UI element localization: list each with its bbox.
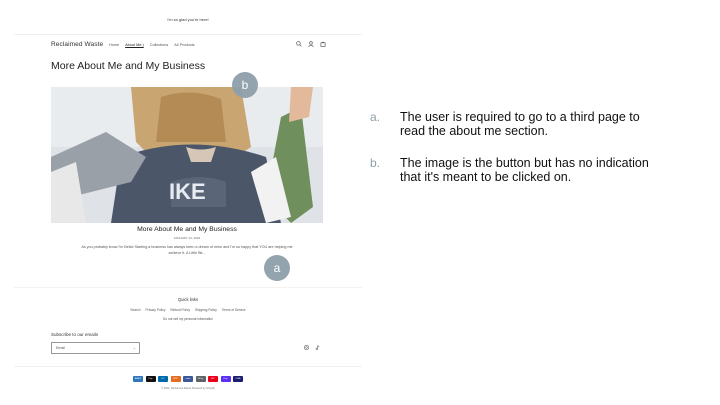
payment-icon-5: GPay xyxy=(195,376,206,382)
payment-icon-4: meta xyxy=(183,376,193,382)
email-placeholder: Email xyxy=(56,346,65,350)
website-screenshot: I'm so glad you're here! Reclaimed Waste… xyxy=(14,10,362,395)
main-nav: Home About Me:) Collections All Products xyxy=(109,43,195,47)
nav-collections[interactable]: Collections xyxy=(150,43,169,47)
account-icon[interactable] xyxy=(308,41,314,47)
site-logo[interactable]: Reclaimed Waste xyxy=(51,41,103,48)
nav-all-products[interactable]: All Products xyxy=(174,43,194,47)
note-b: b. The image is the button but has no in… xyxy=(370,156,670,184)
annotation-notes: a. The user is required to go to a third… xyxy=(370,110,670,202)
note-a-text: The user is required to go to a third pa… xyxy=(400,110,640,138)
email-field[interactable]: Email → xyxy=(51,342,140,354)
payment-icon-1: Pay xyxy=(145,376,156,382)
site-header: Reclaimed Waste Home About Me:) Collecti… xyxy=(14,34,362,48)
blog-post-image-link[interactable]: IKE xyxy=(51,87,323,223)
payment-icon-6: MC xyxy=(208,376,218,382)
subscribe-heading: Subscribe to our emails xyxy=(51,332,99,337)
footer-link-shipping[interactable]: Shipping Policy xyxy=(195,308,217,312)
payment-icon-0: AMEX xyxy=(133,376,143,382)
article-card-date: JANUARY 12, 2022 xyxy=(173,236,201,240)
quick-links: Search Privacy Policy Refund Policy Ship… xyxy=(14,308,362,312)
hero-photo: IKE xyxy=(51,87,323,223)
note-a-label: a. xyxy=(370,110,381,124)
note-b-label: b. xyxy=(370,156,381,170)
header-icons xyxy=(296,41,326,47)
announcement-bar: I'm so glad you're here! xyxy=(167,17,209,22)
footer-divider-2 xyxy=(14,366,362,367)
cart-icon[interactable] xyxy=(320,41,326,47)
search-icon[interactable] xyxy=(296,41,302,47)
social-icons xyxy=(304,345,320,350)
hoodie-print: IKE xyxy=(169,179,206,204)
submit-arrow-icon[interactable]: → xyxy=(132,343,136,353)
page-title: More About Me and My Business xyxy=(51,60,206,72)
footer-link-refund[interactable]: Refund Policy xyxy=(170,308,190,312)
nav-about-me[interactable]: About Me:) xyxy=(125,43,144,47)
footer-link-terms[interactable]: Terms of Service xyxy=(222,308,246,312)
do-not-sell-link[interactable]: Do not sell my personal information xyxy=(14,317,362,321)
footer-divider xyxy=(14,287,362,288)
article-card-excerpt: As you probably know I'm Bella! Starting… xyxy=(81,245,293,256)
article-card-title[interactable]: More About Me and My Business xyxy=(51,226,323,233)
note-a: a. The user is required to go to a third… xyxy=(370,110,670,138)
payment-icon-2: DC xyxy=(158,376,168,382)
payment-icons: AMEX Pay DC DISC meta GPay MC Pay VISA xyxy=(14,376,362,382)
annotation-marker-b: b xyxy=(232,72,258,98)
annotation-marker-a: a xyxy=(264,255,290,281)
quick-links-heading: Quick links xyxy=(177,297,199,302)
instagram-icon[interactable] xyxy=(304,345,309,350)
copyright: © 2022, Reclaimed Waste Powered by Shopi… xyxy=(161,387,215,390)
tiktok-icon[interactable] xyxy=(315,345,320,350)
note-b-text: The image is the button but has no indic… xyxy=(400,156,649,184)
payment-icon-7: Pay xyxy=(220,376,231,382)
footer-link-search[interactable]: Search xyxy=(130,308,140,312)
payment-icon-3: DISC xyxy=(170,376,181,382)
nav-home[interactable]: Home xyxy=(109,43,119,47)
footer-link-privacy[interactable]: Privacy Policy xyxy=(146,308,166,312)
payment-icon-8: VISA xyxy=(233,376,243,382)
